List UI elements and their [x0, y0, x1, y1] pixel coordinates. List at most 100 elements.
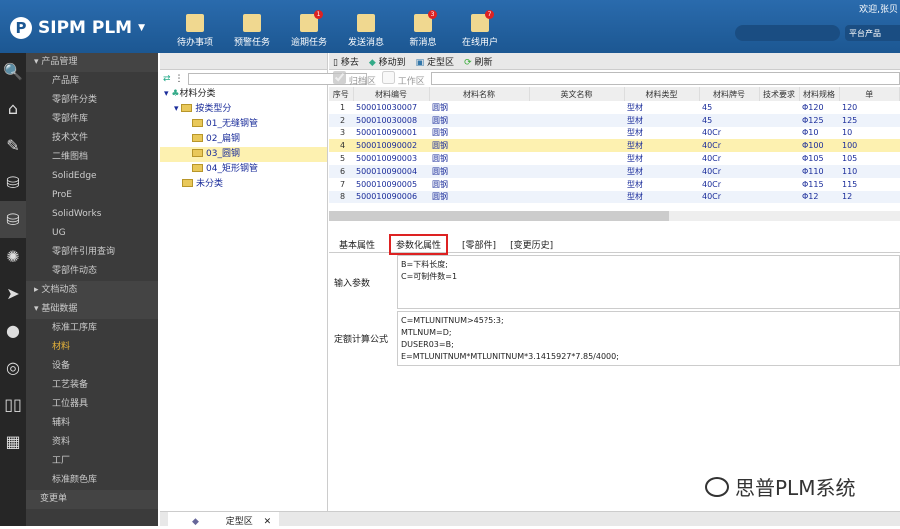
move-to-button[interactable]: ◆ 移动到 — [369, 55, 406, 68]
folder-icon — [181, 104, 193, 112]
sidebar-item[interactable]: 二维图档 — [26, 148, 158, 167]
table-cell — [529, 152, 624, 165]
nav-group-basic[interactable]: ▾ 基础数据 — [26, 300, 158, 319]
toolbar-overdue-task-button[interactable]: 1 逾期任务 — [284, 10, 334, 48]
loading-icon[interactable]: ✺ — [0, 238, 26, 275]
column-header[interactable]: 材料牌号 — [699, 87, 760, 101]
sidebar-item[interactable]: 标准颜色库 — [26, 471, 158, 490]
tree-node-by-type[interactable]: ▾ 按类型分 — [160, 102, 327, 117]
sidebar-item[interactable]: 标准工序库 — [26, 319, 158, 338]
tree-root[interactable]: ▾ ♣材料分类 — [160, 87, 327, 102]
finalized-button[interactable]: ▣ 定型区 — [416, 55, 454, 68]
toolbar-online-users-button[interactable]: 7 在线用户 — [455, 10, 505, 48]
table-row[interactable]: 4 500010090002 圆钢 型材 40Cr Φ100 100 — [329, 139, 900, 153]
column-header[interactable]: 序号 — [329, 87, 354, 101]
sidebar-item[interactable]: 工艺装备 — [26, 376, 158, 395]
table-row[interactable]: 5 500010090003 圆钢 型材 40Cr Φ105 105 — [329, 152, 900, 165]
hierarchy-icon[interactable]: ⋮ — [175, 74, 184, 84]
detail-tab[interactable]: [变更历史] — [510, 238, 553, 251]
column-header[interactable]: 材料规格 — [799, 87, 840, 101]
chevron-down-icon[interactable]: ▼ — [138, 23, 145, 33]
sidebar-item[interactable]: 技术文件 — [26, 129, 158, 148]
remove-button[interactable]: ▯ 移去 — [333, 55, 359, 68]
sidebar-item[interactable]: ProE — [26, 186, 158, 205]
table-cell: 2 — [329, 113, 353, 127]
chat-icon[interactable]: ● — [0, 312, 26, 349]
table-cell: 型材 — [627, 154, 643, 164]
table-row[interactable]: 7 500010090005 圆钢 型材 40Cr Φ115 115 — [329, 178, 900, 191]
nav-group-change[interactable]: 变更单 — [26, 490, 158, 509]
table-row[interactable]: 6 500010090004 圆钢 型材 40Cr Φ110 110 — [329, 164, 900, 178]
sidebar-item[interactable]: SolidEdge — [26, 167, 158, 186]
column-header[interactable]: 单 — [839, 87, 900, 101]
book-icon[interactable]: ▯▯ — [0, 386, 26, 423]
sidebar-item[interactable]: UG — [26, 224, 158, 243]
database-settings-icon[interactable]: ⛁ — [0, 164, 26, 201]
tab-finalized[interactable]: ◆ 定型区 ✕ — [168, 512, 280, 529]
home-icon[interactable]: ⌂ — [0, 90, 26, 127]
search-icon[interactable]: 🔍 — [0, 53, 26, 90]
app-logo[interactable]: P SIPM PLM ▼ — [10, 17, 145, 39]
send-icon[interactable]: ➤ — [0, 275, 26, 312]
sync-icon[interactable]: ⇄ — [163, 74, 171, 84]
column-header[interactable]: 材料编号 — [353, 87, 430, 101]
toolbar-send-message-button[interactable]: 发送消息 — [341, 14, 391, 48]
toolbar-warning-task-button[interactable]: 预警任务 — [227, 14, 277, 48]
table-row[interactable]: 8 500010090006 圆钢 型材 40Cr Φ12 12 — [329, 190, 900, 204]
toolbar-todo-button[interactable]: 待办事项 — [170, 14, 220, 48]
nav-group-docs[interactable]: ▸ 文档动态 — [26, 281, 158, 300]
detail-tab[interactable]: 参数化属性 — [389, 233, 449, 255]
column-header[interactable]: 材料名称 — [429, 87, 530, 101]
tree-node[interactable]: 04_矩形钢管 — [160, 162, 327, 177]
input-params-field[interactable]: B=下料长度; C=可制件数=1 — [397, 255, 900, 309]
platform-select[interactable]: 平台产品 — [845, 25, 900, 41]
formula-field[interactable]: C=MTLUNITNUM>45?5:3; MTLNUM=D; DUSER03=B… — [397, 311, 900, 366]
send-message-icon — [357, 14, 375, 32]
sidebar-item[interactable]: 设备 — [26, 357, 158, 376]
table-cell: Φ12 — [799, 190, 839, 204]
filter-input[interactable] — [430, 72, 900, 85]
edit-icon[interactable]: ✎ — [0, 127, 26, 164]
nav-group-product[interactable]: ▾ 产品管理 — [26, 53, 158, 72]
horizontal-scrollbar[interactable] — [329, 211, 900, 222]
sidebar-item[interactable]: 工厂 — [26, 452, 158, 471]
toolbar-new-message-button[interactable]: 3 新消息 — [398, 10, 448, 48]
tree-panel: ⇄ ⋮ ▾ ♣材料分类 ▾ 按类型分 01_无缝钢管 02_扁钢 03_圆钢 04_矩形… — [160, 53, 367, 511]
sidebar-item[interactable]: 材料 — [26, 338, 158, 357]
table-cell: 500010090001 — [356, 128, 418, 138]
tree-node[interactable]: 02_扁钢 — [160, 132, 327, 147]
table-cell: 圆钢 — [432, 102, 448, 112]
table-row[interactable]: 1 500010030007 圆钢 型材 45 Φ120 120 — [329, 101, 900, 114]
signal-icon[interactable]: ◎ — [0, 349, 26, 386]
table-cell: 6 — [329, 164, 353, 178]
sidebar-item[interactable]: 零部件动态 — [26, 262, 158, 281]
table-row[interactable]: 3 500010090001 圆钢 型材 40Cr Φ10 10 — [329, 127, 900, 140]
sidebar-item[interactable]: 工位器具 — [26, 395, 158, 414]
table-row[interactable]: 2 500010030008 圆钢 型材 45 Φ125 125 — [329, 113, 900, 127]
table-cell: 115 — [842, 179, 858, 189]
calendar-icon[interactable]: ▦ — [0, 423, 26, 460]
sidebar-item[interactable]: 零部件引用查询 — [26, 243, 158, 262]
tree-node-unclassified[interactable]: 未分类 — [160, 177, 327, 192]
tree-node[interactable]: 03_圆钢 — [160, 147, 327, 162]
sidebar-item[interactable]: 零部件分类 — [26, 91, 158, 110]
search-input[interactable] — [735, 25, 840, 41]
column-header[interactable]: 英文名称 — [529, 87, 625, 101]
tree-node[interactable]: 01_无缝钢管 — [160, 117, 327, 132]
work-checkbox[interactable]: 工作区 — [381, 70, 425, 87]
table-cell: 12 — [839, 190, 900, 204]
column-header[interactable]: 材料类型 — [624, 87, 700, 101]
detail-tab[interactable]: [零部件] — [462, 238, 496, 251]
sidebar-item[interactable]: 零部件库 — [26, 110, 158, 129]
archive-checkbox[interactable]: 归档区 — [333, 70, 376, 87]
sidebar-item[interactable]: 辅料 — [26, 414, 158, 433]
detail-tab[interactable]: 基本属性 — [339, 238, 375, 251]
sidebar-item[interactable]: SolidWorks — [26, 205, 158, 224]
table-cell — [759, 190, 799, 204]
tree-header — [160, 53, 327, 70]
refresh-button[interactable]: ⟳ 刷新 — [464, 55, 492, 68]
sidebar-item[interactable]: 资料 — [26, 433, 158, 452]
column-header[interactable]: 技术要求 — [759, 87, 800, 101]
database-icon[interactable]: ⛁ — [0, 201, 26, 238]
sidebar-item[interactable]: 产品库 — [26, 72, 158, 91]
